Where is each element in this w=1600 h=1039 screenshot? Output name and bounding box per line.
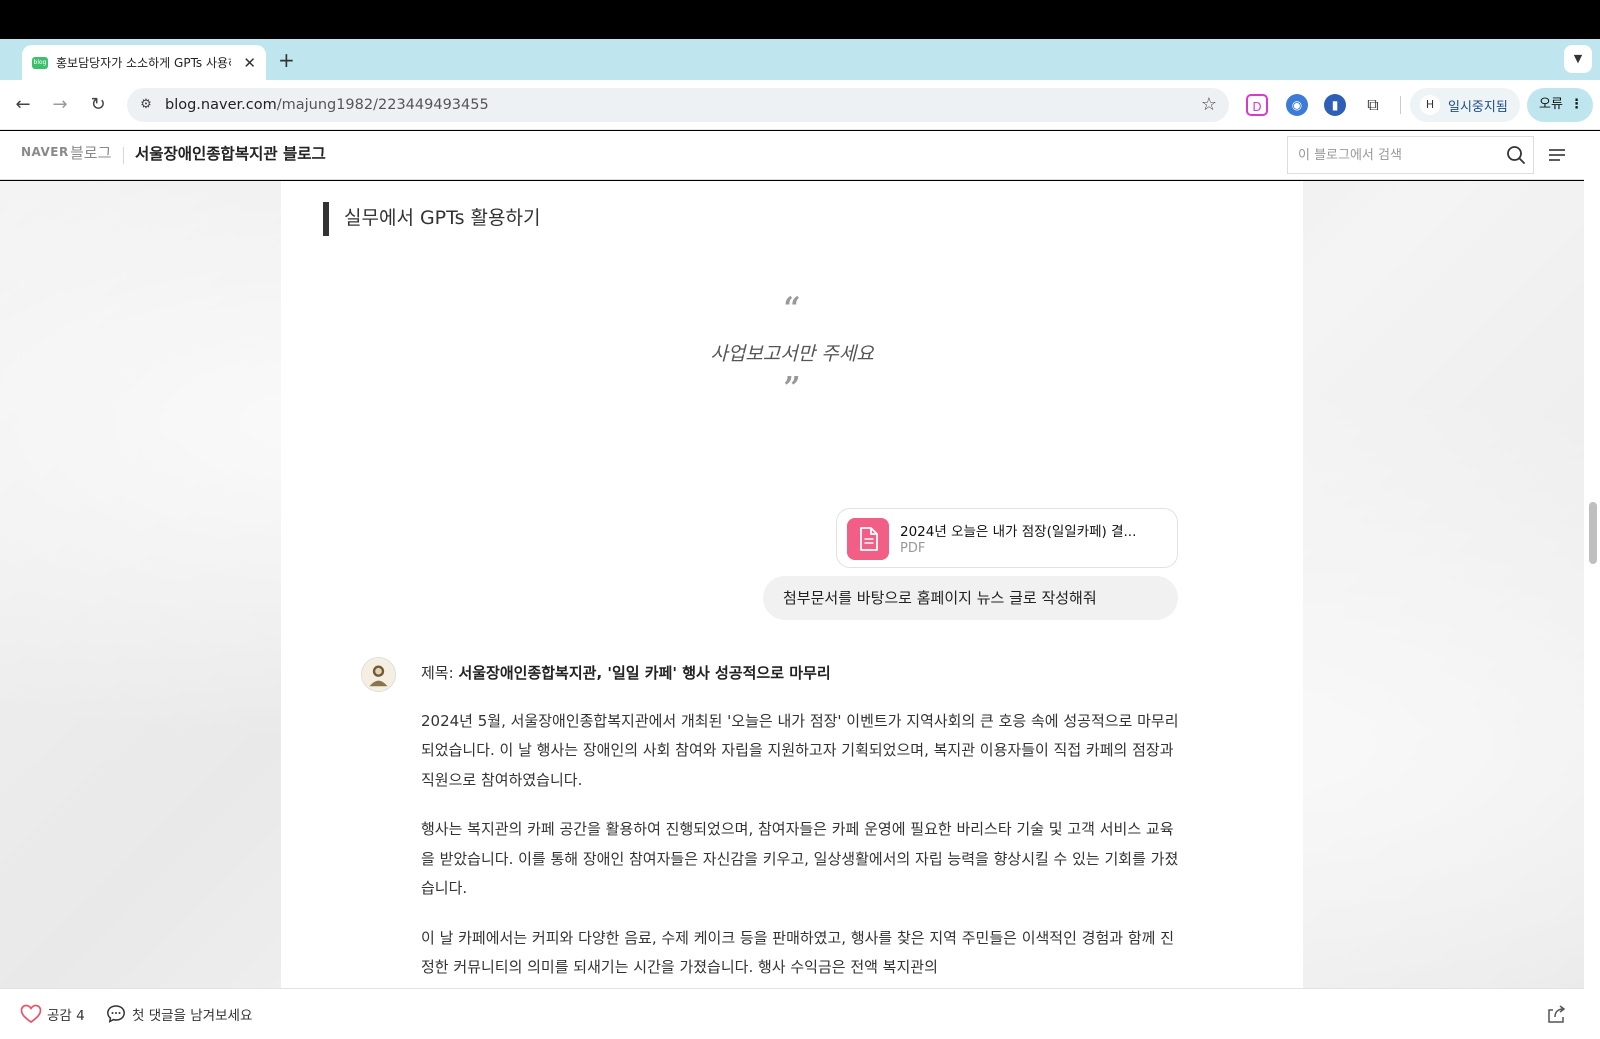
gpt-reply: 제목: 서울장애인종합복지관, '일일 카페' 행사 성공적으로 마무리 202… [421, 659, 1181, 988]
like-count-label: 공감 4 [47, 1008, 85, 1024]
quote-close-mark-icon: ” [783, 371, 801, 406]
browser-tabstrip: blog 홍보담당자가 소소하게 GPTs 사용하기 ✕ [0, 39, 1600, 80]
search-icon[interactable] [1505, 144, 1527, 166]
reply-title: 서울장애인종합복지관, '일일 카페' 행사 성공적으로 마무리 [458, 664, 831, 682]
url-text: blog.naver.com/majung1982/223449493455 [165, 97, 489, 113]
extension-capture-icon[interactable]: D [1246, 94, 1268, 116]
like-button[interactable]: 공감 4 [20, 1004, 85, 1024]
reply-title-line: 제목: 서울장애인종합복지관, '일일 카페' 행사 성공적으로 마무리 [421, 664, 831, 682]
blog-title[interactable]: 서울장애인종합복지관 블로그 [135, 142, 326, 164]
address-bar[interactable]: ⚙ blog.naver.com/majung1982/223449493455… [127, 88, 1229, 122]
tab-title: 홍보담당자가 소소하게 GPTs 사용하기 [56, 56, 231, 70]
screen-top-bar [0, 0, 1600, 39]
error-label: 오류 [1539, 97, 1563, 112]
comment-bubble-icon [107, 1005, 125, 1023]
profile-status-label: 일시중지됨 [1448, 99, 1508, 115]
browser-tab-active[interactable]: blog 홍보담당자가 소소하게 GPTs 사용하기 ✕ [22, 45, 266, 80]
reply-paragraph-2: 행사는 복지관의 카페 공간을 활용하여 진행되었으며, 참여자들은 카페 운영… [421, 820, 1179, 897]
section-heading: 실무에서 GPTs 활용하기 [344, 207, 541, 229]
quote-text: 사업보고서만 주세요 [710, 343, 874, 365]
naver-blog-favicon-icon: blog [32, 56, 48, 69]
new-tab-button[interactable]: + [278, 47, 295, 73]
quote-open-mark-icon: “ [783, 291, 801, 326]
share-icon[interactable] [1545, 1003, 1567, 1025]
blog-search-box [1287, 136, 1534, 174]
blog-header: NAVER 블로그 서울장애인종합복지관 블로그 [0, 131, 1584, 180]
attached-file-card[interactable]: 2024년 오늘은 내가 점장(일일카페) 결... PDF [836, 508, 1178, 568]
reply-paragraph-1: 2024년 5월, 서울장애인종합복지관에서 개최된 '오늘은 내가 점장' 이… [421, 711, 1179, 789]
kebab-menu-icon: ⋮ [1570, 97, 1583, 112]
blog-search-input[interactable] [1298, 137, 1498, 173]
header-divider [123, 147, 124, 164]
browser-toolbar: ← → ↻ ⚙ blog.naver.com/majung1982/223449… [0, 80, 1600, 130]
profile-paused-button[interactable]: H 일시중지됨 [1410, 88, 1520, 122]
reload-icon[interactable]: ↻ [85, 92, 111, 118]
section-heading-bar [323, 202, 329, 236]
naver-logo[interactable]: NAVER [21, 145, 69, 159]
page-scrollbar-thumb[interactable] [1589, 502, 1597, 564]
hamburger-menu-icon[interactable] [1547, 145, 1567, 165]
comment-prompt-label: 첫 댓글을 남겨보세요 [132, 1008, 253, 1024]
site-settings-icon[interactable]: ⚙ [136, 95, 156, 115]
attached-file-type: PDF [900, 541, 926, 556]
gpt-avatar-icon [361, 657, 396, 692]
extension-shield-icon[interactable]: ▮ [1324, 94, 1346, 116]
back-arrow-icon[interactable]: ← [10, 92, 36, 118]
forward-arrow-icon[interactable]: → [47, 92, 73, 118]
reply-paragraph-3: 이 날 카페에서는 커피와 다양한 음료, 수제 케이크 등을 판매하였고, 행… [421, 928, 1174, 977]
tab-close-icon[interactable]: ✕ [243, 54, 256, 72]
toolbar-divider [1400, 96, 1401, 114]
comment-button[interactable]: 첫 댓글을 남겨보세요 [106, 1004, 252, 1024]
heart-icon [20, 1004, 42, 1024]
post-bottom-bar: 공감 4 첫 댓글을 남겨보세요 [0, 988, 1584, 1039]
extension-profile-icon[interactable]: ◉ [1286, 94, 1308, 116]
tab-search-chevron-icon[interactable]: ▼ [1564, 45, 1592, 73]
document-file-icon [847, 518, 889, 560]
attached-file-name: 2024년 오늘은 내가 점장(일일카페) 결... [900, 524, 1137, 540]
post-content: 실무에서 GPTs 활용하기 “ 사업보고서만 주세요 ” 2024년 오늘은 … [281, 181, 1303, 988]
extensions-puzzle-icon[interactable]: ⧉ [1362, 94, 1384, 116]
bookmark-star-icon[interactable]: ☆ [1201, 88, 1217, 122]
blog-home-link[interactable]: 블로그 [70, 142, 111, 163]
blog-skin-background: 실무에서 GPTs 활용하기 “ 사업보고서만 주세요 ” 2024년 오늘은 … [0, 181, 1584, 988]
bottom-scroll-corner [1584, 988, 1600, 1039]
user-message-bubble: 첨부문서를 바탕으로 홈페이지 뉴스 글로 작성해줘 [763, 576, 1178, 620]
browser-error-menu-button[interactable]: 오류 ⋮ [1527, 88, 1593, 122]
profile-avatar: H [1420, 95, 1440, 115]
